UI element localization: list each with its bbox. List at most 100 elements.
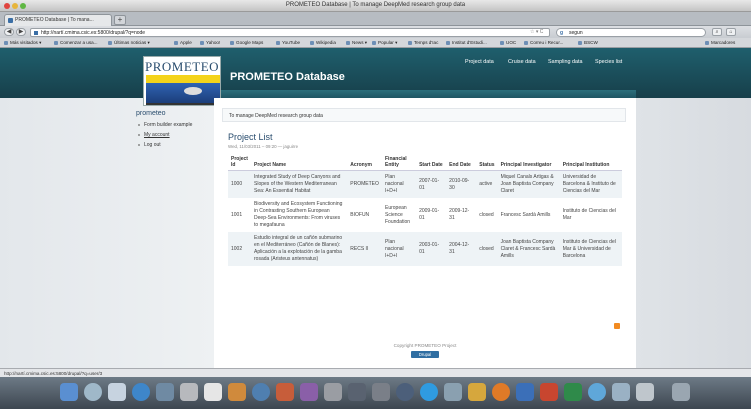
os-dock: [0, 377, 751, 409]
table-cell: active: [476, 170, 498, 198]
bookmark-item[interactable]: Marcadores: [705, 40, 735, 45]
site-name[interactable]: PROMETEO Database: [230, 71, 345, 83]
bookmark-item[interactable]: Yahoo!: [200, 40, 220, 45]
column-header: Status: [476, 154, 498, 171]
column-header: Acronym: [347, 154, 382, 171]
app-icon[interactable]: [444, 383, 462, 401]
rss-feed-icon[interactable]: [614, 323, 620, 329]
app-icon[interactable]: [396, 383, 414, 401]
app-icon[interactable]: [588, 383, 606, 401]
table-cell: closed: [476, 232, 498, 266]
column-header: Principal Institution: [559, 154, 622, 171]
table-cell: Francesc Sardà Amills: [497, 198, 560, 232]
bookmark-item[interactable]: Google Maps: [230, 40, 263, 45]
browser-tab[interactable]: PROMETEO Database | To mana...: [4, 14, 112, 26]
table-cell: Integrated Study of Deep Canyons and Slo…: [251, 170, 348, 198]
table-row: 1002 Estudio integral de un cañón submar…: [228, 232, 622, 266]
table-row: 1000 Integrated Study of Deep Canyons an…: [228, 170, 622, 198]
table-cell: BIOFUN: [347, 198, 382, 232]
bookmark-item[interactable]: Institut d'Estudi...: [446, 40, 487, 45]
fish-icon: [184, 87, 202, 95]
app-icon[interactable]: [324, 383, 342, 401]
dashboard-icon[interactable]: [84, 383, 102, 401]
bookmark-item[interactable]: Más visitados ▾: [4, 40, 41, 46]
table-cell: 2009-12-31: [446, 198, 477, 232]
column-header: Principal Investigator: [497, 154, 560, 171]
url-text: http://nartí.cmima.csic.es:5800/drupal/?…: [41, 30, 146, 36]
bookmark-star-icon[interactable]: ☆ ▾ C: [530, 29, 543, 35]
back-button[interactable]: ◀: [4, 28, 14, 36]
column-header: Start Date: [416, 154, 447, 171]
app-icon[interactable]: [468, 383, 486, 401]
bookmark-item[interactable]: YouTube: [276, 40, 300, 45]
favicon-icon: [8, 18, 13, 23]
window-titlebar: PROMETEO Database | To manage DeepMed re…: [0, 0, 751, 12]
app-icon[interactable]: [348, 383, 366, 401]
bookmark-item[interactable]: News ▾: [346, 40, 367, 46]
app-icon[interactable]: [612, 383, 630, 401]
itunes-icon[interactable]: [252, 383, 270, 401]
powerpoint-icon[interactable]: [540, 383, 558, 401]
table-cell: 2004-12-31: [446, 232, 477, 266]
ichat-icon[interactable]: [156, 383, 174, 401]
app-icon[interactable]: [372, 383, 390, 401]
table-cell: Plan nacional I+D+I: [382, 232, 417, 266]
right-background: [636, 98, 751, 368]
column-header: Financial Entity: [382, 154, 417, 171]
home-icon[interactable]: ⌂: [726, 28, 736, 36]
table-cell: 1000: [228, 170, 252, 198]
new-tab-button[interactable]: +: [114, 15, 126, 25]
address-book-icon[interactable]: [180, 383, 198, 401]
bookmark-item[interactable]: Temps d'Iac: [408, 40, 438, 45]
bookmark-item[interactable]: Wikipedia: [310, 40, 336, 45]
bookmark-item[interactable]: Apple: [174, 40, 192, 45]
nav-project-data[interactable]: Project data: [465, 59, 494, 65]
page-title: Project List: [228, 132, 273, 142]
tab-title: PROMETEO Database | To mana...: [15, 17, 94, 23]
mail-icon[interactable]: [108, 383, 126, 401]
firefox-icon[interactable]: [492, 383, 510, 401]
app-icon[interactable]: [636, 383, 654, 401]
table-row: 1001 Biodiversity and Ecosystem Function…: [228, 198, 622, 232]
search-input[interactable]: g segun: [556, 28, 706, 37]
powered-by-drupal-badge[interactable]: Drupal: [411, 351, 439, 358]
app-icon[interactable]: [420, 383, 438, 401]
bookmark-item[interactable]: Correu i Recur...: [524, 40, 563, 45]
calendar-icon[interactable]: [204, 383, 222, 401]
bookmark-item[interactable]: Últimas noticias ▾: [108, 40, 150, 46]
sidebar-item-my-account[interactable]: My account: [138, 132, 170, 138]
app-icon[interactable]: [276, 383, 294, 401]
bookmark-item[interactable]: UOC: [500, 40, 516, 45]
sidebar-item-log-out[interactable]: Log out: [138, 142, 161, 148]
table-cell: 1002: [228, 232, 252, 266]
trash-icon[interactable]: [672, 383, 690, 401]
nav-sampling-data[interactable]: Sampling data: [548, 59, 582, 65]
nav-cruise-data[interactable]: Cruise data: [508, 59, 536, 65]
left-sidebar: prometeo Form builder example My account…: [0, 98, 214, 368]
forward-button[interactable]: ▶: [16, 28, 26, 36]
site-logo[interactable]: PROMETEO: [143, 56, 221, 106]
search-magnifier-icon[interactable]: ⌕: [712, 28, 722, 36]
nav-species-list[interactable]: Species list: [595, 59, 622, 65]
search-value: segun: [569, 30, 583, 36]
sidebar-item-form-builder[interactable]: Form builder example: [138, 122, 192, 128]
status-bar: http://nartí.cmima.csic.es:5800/drupal/?…: [0, 368, 751, 377]
excel-icon[interactable]: [564, 383, 582, 401]
project-table: Project Id Project Name Acronym Financia…: [228, 154, 622, 266]
table-cell: RECS II: [347, 232, 382, 266]
sidebar-title: prometeo: [136, 110, 166, 117]
bookmark-item[interactable]: Comenzar a usa...: [54, 40, 98, 45]
table-cell: closed: [476, 198, 498, 232]
app-icon[interactable]: [300, 383, 318, 401]
bookmarks-bar: Más visitados ▾ Comenzar a usa... Última…: [0, 38, 751, 48]
word-icon[interactable]: [516, 383, 534, 401]
window-title: PROMETEO Database | To manage DeepMed re…: [285, 2, 466, 8]
finder-icon[interactable]: [60, 383, 78, 401]
iphoto-icon[interactable]: [228, 383, 246, 401]
tab-bar: PROMETEO Database | To mana... +: [0, 12, 751, 26]
safari-icon[interactable]: [132, 383, 150, 401]
google-search-icon: g: [560, 30, 564, 36]
bookmark-item[interactable]: BSCW: [578, 40, 598, 45]
url-input[interactable]: http://nartí.cmima.csic.es:5800/drupal/?…: [30, 28, 550, 37]
bookmark-item[interactable]: Popular ▾: [372, 40, 397, 46]
